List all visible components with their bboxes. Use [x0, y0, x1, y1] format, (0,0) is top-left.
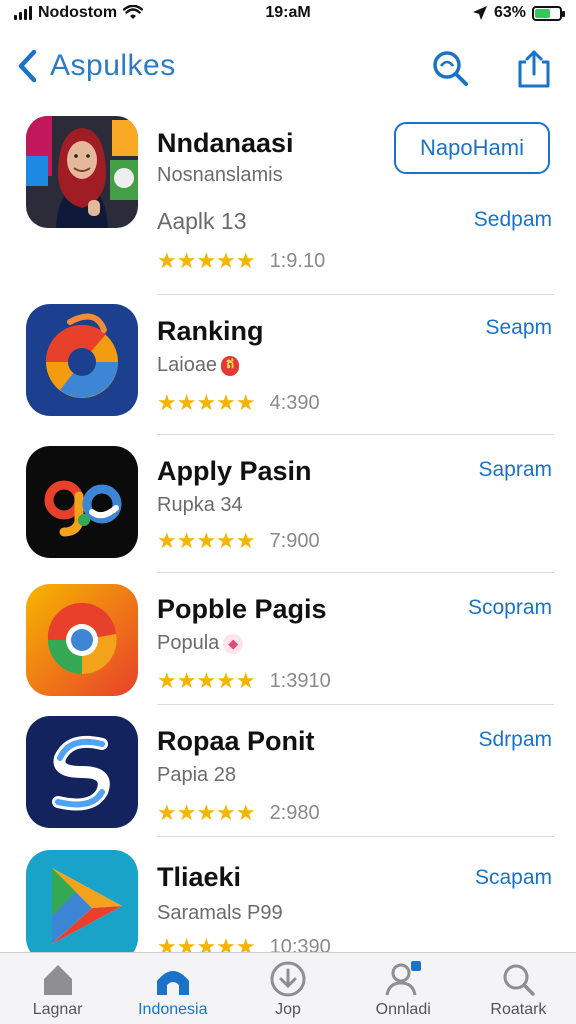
battery-level: [535, 8, 551, 18]
app-icon-portrait[interactable]: [26, 116, 138, 228]
list-item[interactable]: Popble Pagis Popula ◆ ★★★★★ 1:3910 Scopr…: [0, 582, 576, 714]
person-icon: [385, 961, 422, 996]
tab-lagnar[interactable]: Lagnar: [0, 953, 115, 1024]
nav-bar: Aspulkes: [0, 36, 576, 96]
status-right: 63%: [472, 4, 565, 22]
app-subtitle: Popula ◆: [157, 632, 244, 655]
swirl-logo-icon: [26, 304, 138, 416]
list-item[interactable]: Ranking Laioae ឥ ★★★★★ 4:390 Seapm: [0, 302, 576, 438]
ring-logo-icon: [26, 584, 138, 696]
list-item-featured[interactable]: Nndanaasi Nosnanslamis Aaplk 13 ★★★★★ 1:…: [0, 112, 576, 295]
rating-stars: ★★★★★: [157, 800, 256, 825]
app-rating: ★★★★★ 1:3910: [157, 668, 331, 694]
app-icon-swirl[interactable]: [26, 304, 138, 416]
back-label: Aspulkes: [50, 49, 176, 82]
app-name: Ropaa Ponit: [157, 726, 315, 756]
app-name: Popble Pagis: [157, 594, 327, 624]
divider: [157, 294, 554, 295]
get-link[interactable]: Sapram: [478, 458, 552, 482]
app-rating: ★★★★★ 1:9.10: [157, 248, 325, 274]
portrait-image: [26, 116, 138, 228]
app-name: Apply Pasin: [157, 456, 312, 486]
status-bar: Nodostom 19:aM 63%: [0, 0, 576, 30]
tab-roatark[interactable]: Roatark: [461, 953, 576, 1024]
app-rating: ★★★★★ 2:980: [157, 800, 320, 826]
get-link[interactable]: Scopram: [468, 596, 552, 620]
divider: [157, 434, 554, 435]
tab-label: Onnladi: [375, 1001, 431, 1018]
battery-percent: 63%: [493, 4, 526, 21]
tab-jop[interactable]: Jop: [230, 953, 345, 1024]
battery-icon: [532, 5, 565, 21]
rating-stars: ★★★★★: [157, 668, 256, 693]
chevron-left-icon: [18, 49, 37, 83]
home-filled-icon: [156, 971, 189, 995]
list-item[interactable]: Ropaa Ponit Papia 28 ★★★★★ 2:980 Sdrpam: [0, 714, 576, 846]
get-link[interactable]: Sedpam: [474, 208, 552, 232]
open-button[interactable]: NapoHami: [394, 122, 550, 174]
tab-indonesia[interactable]: Indonesia: [115, 953, 230, 1024]
app-subtitle-text: Laioae: [157, 354, 218, 376]
rating-stars: ★★★★★: [157, 248, 256, 273]
get-link[interactable]: Seapm: [485, 316, 552, 340]
app-category: Aaplk 13: [157, 208, 247, 234]
tab-label: Lagnar: [32, 1001, 83, 1018]
list-item[interactable]: Apply Pasin Rupka 34 ★★★★★ 7:900 Sapram: [0, 444, 576, 580]
location-arrow-icon: [472, 6, 487, 20]
rating-count: 2:980: [269, 801, 320, 824]
home-icon: [43, 965, 72, 995]
app-icon-wave[interactable]: [26, 716, 138, 828]
tab-bar: Lagnar Indonesia Jop Onnladi Roatark: [0, 952, 576, 1024]
rating-stars: ★★★★★: [157, 528, 256, 553]
divider: [157, 572, 554, 573]
app-subtitle-text: Popula: [157, 632, 220, 654]
tab-label: Jop: [275, 1001, 301, 1018]
get-link[interactable]: Sdrpam: [478, 728, 552, 752]
tab-onnladi[interactable]: Onnladi: [346, 953, 461, 1024]
app-icon-play[interactable]: [26, 850, 138, 962]
rating-count: 4:390: [269, 391, 320, 414]
subtitle-badge: ឥ: [221, 355, 240, 376]
app-subtitle: Laioae ឥ: [157, 354, 240, 377]
share-icon[interactable]: [514, 48, 554, 88]
app-rating: ★★★★★ 7:900: [157, 528, 320, 554]
back-button[interactable]: Aspulkes: [14, 46, 176, 86]
app-subtitle: Saramals P99: [157, 902, 283, 924]
play-logo-icon: [26, 850, 138, 962]
rating-count: 1:3910: [269, 669, 331, 692]
app-icon-go[interactable]: [26, 446, 138, 558]
app-subtitle: Nosnanslamis: [157, 164, 283, 186]
rating-count: 1:9.10: [269, 249, 326, 272]
app-rating: ★★★★★ 4:390: [157, 390, 320, 416]
subtitle-badge: ◆: [223, 633, 244, 654]
get-link[interactable]: Scapam: [475, 866, 552, 890]
wave-logo-icon: [26, 716, 138, 828]
app-name: Nndanaasi: [157, 128, 294, 158]
download-icon: [270, 961, 306, 997]
divider: [157, 836, 554, 837]
app-subtitle: Papia 28: [157, 764, 236, 786]
go-logo-icon: [26, 446, 138, 558]
app-subtitle: Rupka 34: [157, 494, 243, 516]
app-name: Ranking: [157, 316, 264, 346]
tab-label: Roatark: [490, 1001, 547, 1018]
search-icon: [503, 964, 536, 996]
app-icon-chrome-like[interactable]: [26, 584, 138, 696]
tab-label: Indonesia: [138, 1001, 208, 1018]
app-name: Tliaeki: [157, 862, 242, 892]
rating-stars: ★★★★★: [157, 390, 256, 415]
rating-count: 7:900: [269, 529, 320, 552]
search-icon[interactable]: [430, 48, 470, 88]
divider: [157, 704, 554, 705]
